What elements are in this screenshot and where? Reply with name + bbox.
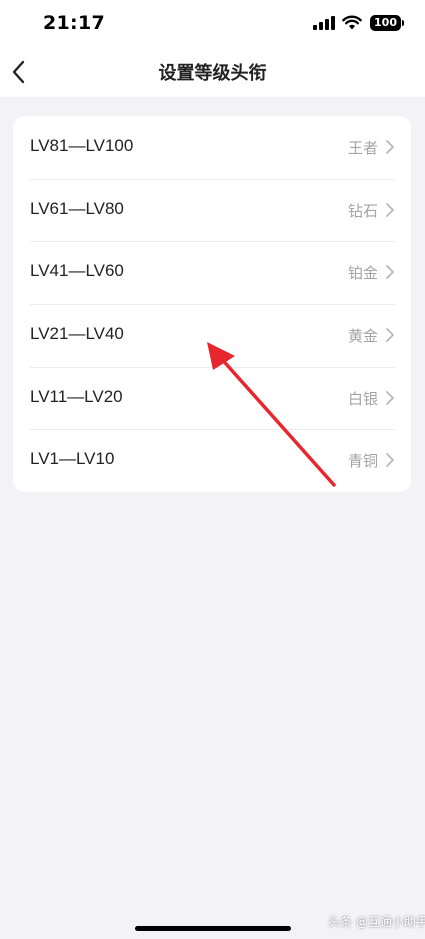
nav-bar: 设置等级头衔 <box>0 48 425 97</box>
list-item[interactable]: LV61—LV80 钻石 <box>13 178 411 242</box>
level-title: 铂金 <box>347 264 378 283</box>
level-range: LV81—LV100 <box>30 136 134 155</box>
list-item[interactable]: LV11—LV20 白银 <box>13 366 411 430</box>
chevron-right-icon <box>386 453 394 468</box>
list-item[interactable]: LV81—LV100 王者 <box>13 116 411 179</box>
chevron-right-icon <box>386 202 394 217</box>
level-title: 白银 <box>347 389 378 408</box>
wifi-icon <box>342 15 362 30</box>
level-range: LV1—LV10 <box>30 449 115 469</box>
chevron-right-icon <box>386 265 394 280</box>
home-indicator <box>135 926 291 931</box>
level-range: LV61—LV80 <box>30 198 124 218</box>
level-title: 王者 <box>347 139 378 157</box>
level-range: LV11—LV20 <box>30 386 123 406</box>
watermark: 头条 @互通小助手 <box>328 915 425 929</box>
battery-icon: 100 <box>370 15 401 31</box>
level-title-list: LV81—LV100 王者 LV61—LV80 钻石 LV41—LV60 铂金 … <box>13 116 411 492</box>
chevron-right-icon <box>386 328 394 342</box>
cellular-signal-icon <box>313 16 335 30</box>
battery-tip <box>402 20 404 26</box>
level-title: 青铜 <box>347 452 378 471</box>
list-item[interactable]: LV1—LV10 青铜 <box>13 429 411 492</box>
level-range: LV21—LV40 <box>30 324 124 344</box>
level-range: LV41—LV60 <box>30 261 124 281</box>
list-item[interactable]: LV41—LV60 铂金 <box>13 241 411 304</box>
status-time: 21:17 <box>43 12 105 34</box>
list-item[interactable]: LV21—LV40 黄金 <box>13 304 411 367</box>
page-title: 设置等级头衔 <box>158 63 267 84</box>
chevron-right-icon <box>386 140 394 154</box>
chevron-right-icon <box>386 390 394 405</box>
status-bar: 21:17 100 <box>0 0 425 48</box>
level-title: 钻石 <box>347 201 378 220</box>
level-title: 黄金 <box>347 327 378 346</box>
